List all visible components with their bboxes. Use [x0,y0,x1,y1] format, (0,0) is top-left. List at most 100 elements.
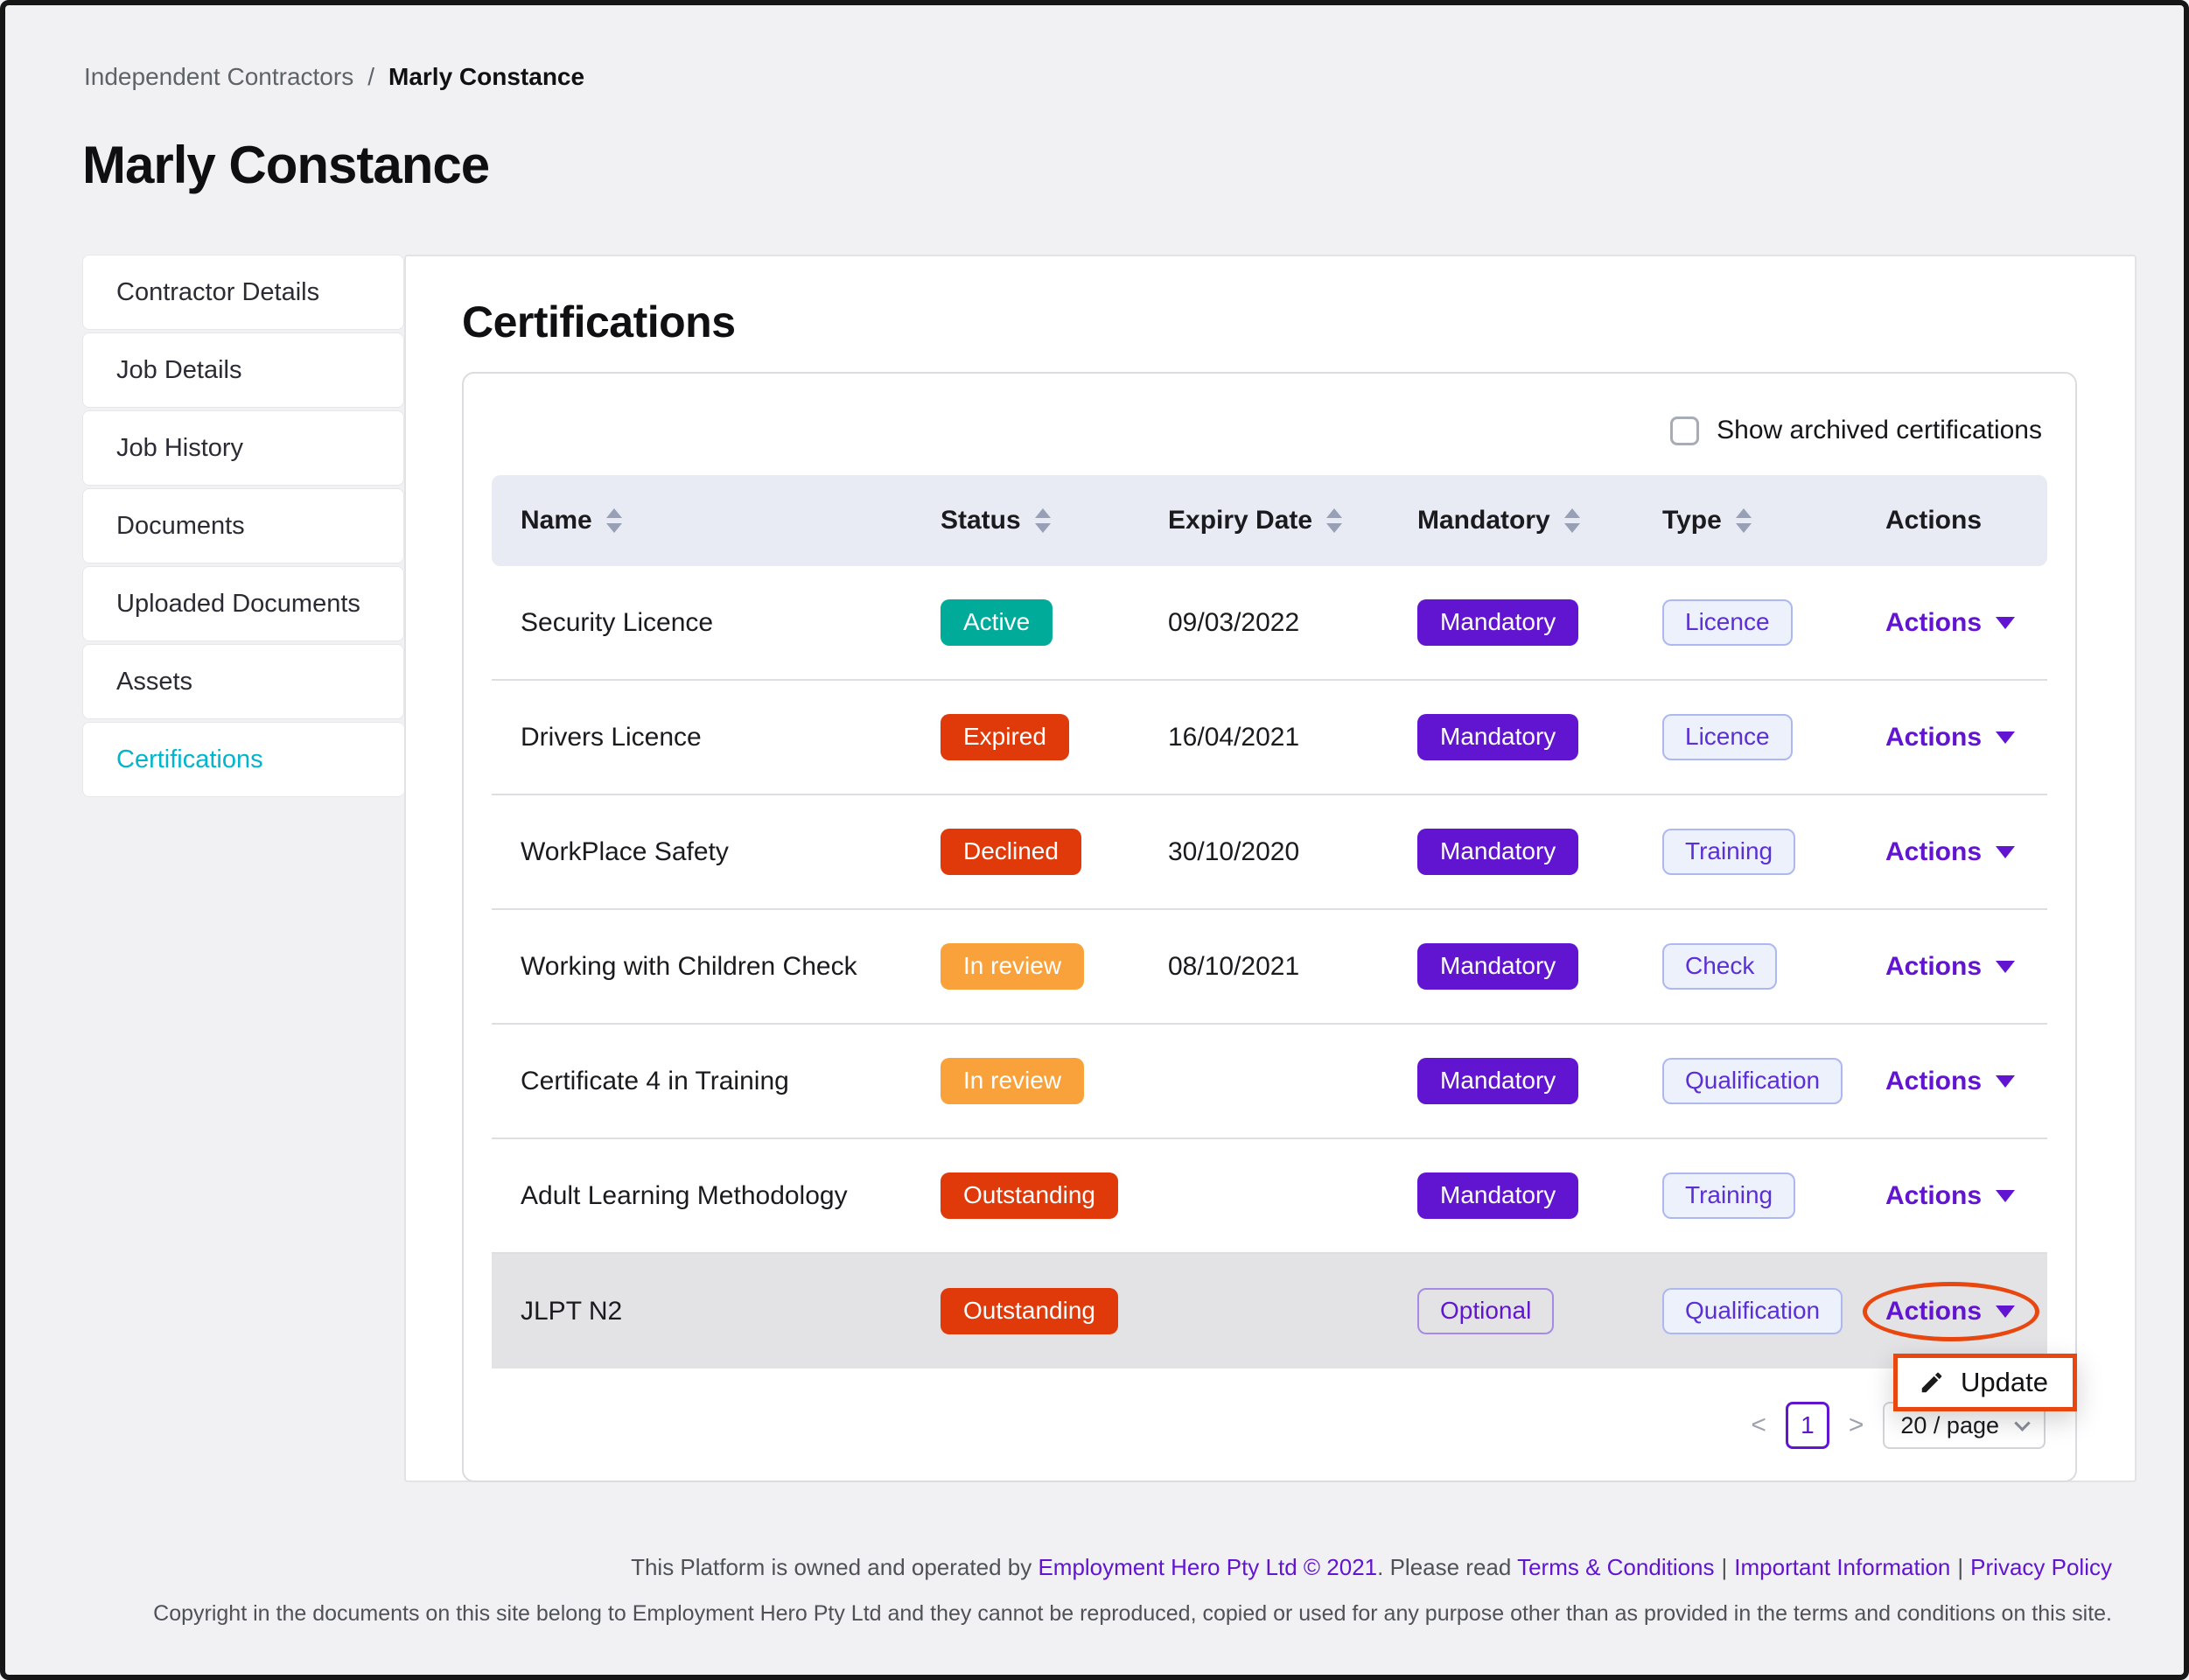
type-cell: Licence [1662,599,1885,645]
show-archived-checkbox[interactable] [1670,416,1699,445]
mandatory-badge: Mandatory [1417,1058,1578,1103]
status-cell: Expired [941,714,1168,760]
type-badge: Check [1662,943,1777,989]
status-badge: Outstanding [941,1172,1118,1218]
actions-dropdown[interactable]: Actions [1885,1297,2015,1326]
table-row-certificate-4-in-training: Certificate 4 in Training In review Mand… [492,1025,2047,1139]
main-panel: Certifications Show archived certificati… [404,255,2137,1482]
actions-cell: Actions [1885,952,2047,982]
sidebar-item-job-history[interactable]: Job History [82,410,404,486]
column-label: Mandatory [1417,506,1550,536]
breadcrumb-separator: / [367,63,374,91]
column-label: Status [941,506,1021,536]
type-badge: Licence [1662,599,1793,645]
mandatory-badge: Optional [1417,1288,1554,1334]
type-badge: Training [1662,829,1795,874]
sidebar-item-uploaded-documents[interactable]: Uploaded Documents [82,566,404,641]
menu-item-label: Update [1961,1367,2048,1398]
status-cell: Active [941,599,1168,645]
section-title: Certifications [462,297,2077,347]
type-badge: Training [1662,1172,1795,1218]
footer-link-privacy-policy[interactable]: Privacy Policy [1970,1554,2112,1580]
mandatory-cell: Mandatory [1417,829,1662,874]
table-row-drivers-licence: Drivers Licence Expired 16/04/2021 Manda… [492,681,2047,795]
cert-name: WorkPlace Safety [492,837,941,867]
footer-separator: | [1722,1554,1728,1580]
mandatory-cell: Mandatory [1417,1172,1662,1218]
actions-cell: Actions [1885,1297,2047,1326]
column-header-type[interactable]: Type [1662,506,1885,536]
expiry-date: 16/04/2021 [1168,723,1417,752]
type-cell: Training [1662,829,1885,874]
actions-cell: Actions [1885,1067,2047,1096]
show-archived-label: Show archived certifications [1717,416,2042,445]
column-label: Actions [1885,506,1982,536]
pagination: < 1 > 20 / page [492,1402,2047,1449]
actions-dropdown[interactable]: Actions [1885,1181,2015,1211]
footer-link-employment-hero[interactable]: Employment Hero Pty Ltd © 2021 [1038,1554,1377,1580]
footer-text: . Please read [1377,1554,1517,1580]
status-badge: Declined [941,829,1081,874]
column-label: Expiry Date [1168,506,1312,536]
mandatory-badge: Mandatory [1417,1172,1578,1218]
column-header-name[interactable]: Name [492,506,941,536]
cert-name: Adult Learning Methodology [492,1181,941,1211]
actions-label: Actions [1885,952,1982,982]
page-size-value: 20 / page [1900,1412,1999,1439]
sidebar-item-assets[interactable]: Assets [82,644,404,719]
status-badge: Expired [941,714,1069,760]
expiry-date: 08/10/2021 [1168,952,1417,982]
status-badge: Outstanding [941,1288,1118,1334]
breadcrumb-current: Marly Constance [388,63,584,91]
breadcrumb-parent-link[interactable]: Independent Contractors [84,63,353,91]
column-header-status[interactable]: Status [941,506,1168,536]
expiry-date: 09/03/2022 [1168,608,1417,638]
pagination-next[interactable]: > [1849,1410,1864,1440]
status-cell: In review [941,1058,1168,1103]
footer-link-terms[interactable]: Terms & Conditions [1517,1554,1714,1580]
caret-down-icon [1996,961,2015,973]
mandatory-cell: Mandatory [1417,714,1662,760]
footer-legal-line: This Platform is owned and operated by E… [82,1554,2112,1581]
expiry-date: 30/10/2020 [1168,837,1417,867]
status-cell: Declined [941,829,1168,874]
footer-link-important-information[interactable]: Important Information [1734,1554,1950,1580]
actions-dropdown[interactable]: Actions [1885,608,2015,638]
sort-icon[interactable] [1736,508,1752,533]
actions-dropdown[interactable]: Actions [1885,723,2015,752]
actions-cell: Actions [1885,1181,2047,1211]
sidebar-item-documents[interactable]: Documents [82,488,404,564]
sort-icon[interactable] [1326,508,1342,533]
cert-name: Working with Children Check [492,952,941,982]
sidebar-item-contractor-details[interactable]: Contractor Details [82,255,404,330]
pagination-prev[interactable]: < [1751,1410,1766,1440]
chevron-down-icon [2014,1415,2030,1431]
column-label: Name [521,506,592,536]
sort-icon[interactable] [606,508,622,533]
sidebar-item-job-details[interactable]: Job Details [82,332,404,408]
pagination-page-1[interactable]: 1 [1786,1402,1829,1449]
type-cell: Check [1662,943,1885,989]
actions-dropdown[interactable]: Actions [1885,837,2015,867]
sidebar-item-certifications[interactable]: Certifications [82,722,404,797]
table-header: Name Status Expiry Date Mandatory Type [492,475,2047,566]
type-badge: Qualification [1662,1058,1843,1103]
mandatory-badge: Mandatory [1417,599,1578,645]
status-badge: Active [941,599,1053,645]
table-row-workplace-safety: WorkPlace Safety Declined 30/10/2020 Man… [492,795,2047,910]
caret-down-icon [1996,846,2015,858]
actions-label: Actions [1885,1297,1982,1326]
mandatory-cell: Mandatory [1417,1058,1662,1103]
actions-dropdown[interactable]: Actions [1885,1067,2015,1096]
sort-icon[interactable] [1564,508,1580,533]
footer-copyright: Copyright in the documents on this site … [82,1601,2112,1627]
actions-dropdown[interactable]: Actions [1885,952,2015,982]
actions-label: Actions [1885,837,1982,867]
actions-cell: Actions [1885,723,2047,752]
table-row-security-licence: Security Licence Active 09/03/2022 Manda… [492,566,2047,681]
actions-menu-item-update[interactable]: Update [1893,1354,2077,1411]
mandatory-cell: Optional [1417,1288,1662,1334]
column-header-expiry-date[interactable]: Expiry Date [1168,506,1417,536]
sort-icon[interactable] [1035,508,1051,533]
column-header-mandatory[interactable]: Mandatory [1417,506,1662,536]
